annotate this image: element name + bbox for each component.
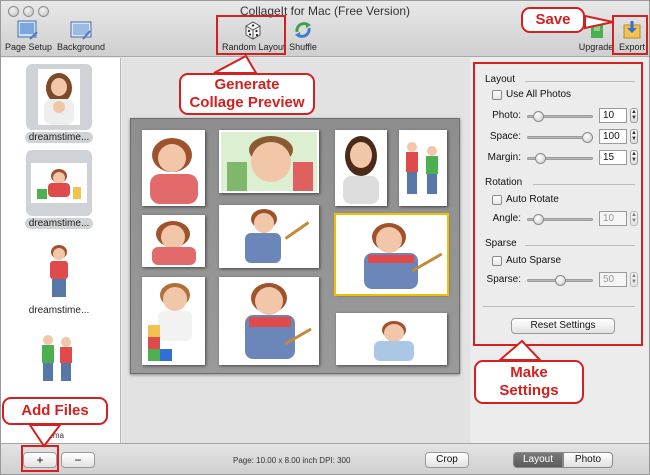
thumbnail <box>26 324 92 390</box>
tab-layout[interactable]: Layout <box>513 452 563 468</box>
list-item[interactable] <box>21 324 97 390</box>
collage-photo-image <box>337 132 385 204</box>
thumbnail <box>26 64 92 130</box>
collage-photo[interactable] <box>219 277 319 365</box>
upgrade-icon <box>591 22 603 38</box>
collage-photo[interactable] <box>335 130 387 206</box>
bottom-bar: + − Page: 10.00 x 8.00 inch DPI: 300 Cro… <box>1 443 649 474</box>
margin-value-field[interactable]: 15 <box>599 150 627 165</box>
collage-photo-image <box>144 217 203 265</box>
thumbnail <box>26 150 92 216</box>
collage-photo[interactable] <box>142 215 205 267</box>
collage-photo-image <box>221 132 317 191</box>
thumbnail-label: dreamstime... <box>24 132 94 143</box>
page-info: Page: 10.00 x 8.00 inch DPI: 300 <box>233 456 351 465</box>
collage-photo[interactable] <box>336 313 447 365</box>
export-highlight <box>612 15 648 55</box>
thumbnail-label: dreamstime... <box>24 218 94 229</box>
sparse-stepper[interactable]: ▲ ▼ <box>630 272 638 287</box>
layout-section-title: Layout <box>485 74 516 85</box>
space-label: Space: <box>489 131 521 142</box>
collage-photo-image <box>338 217 445 292</box>
collage-photo-image <box>144 132 203 204</box>
background-icon <box>70 21 92 40</box>
collage-photo-selected[interactable] <box>334 213 449 296</box>
callout-line: Make <box>510 364 548 381</box>
checkbox-box[interactable] <box>492 89 502 100</box>
reset-settings-button[interactable]: Reset Settings <box>511 318 615 334</box>
margin-stepper[interactable]: ▲ ▼ <box>630 150 638 165</box>
sparse-section-title: Sparse <box>485 238 517 249</box>
background-button[interactable]: Background <box>55 19 107 52</box>
image-count-label: 6 Ima <box>44 431 65 440</box>
thumbnail-label: dreamstime... <box>28 305 90 316</box>
callout-line: Settings <box>499 382 559 399</box>
sparse-divider <box>525 245 635 246</box>
thumbnail <box>26 238 92 304</box>
margin-slider-knob[interactable] <box>535 153 547 164</box>
generate-preview-callout: Generate Collage Preview <box>179 73 315 115</box>
sparse-label: Sparse: <box>486 274 521 285</box>
angle-stepper[interactable]: ▲ ▼ <box>630 211 638 226</box>
photo-value-field[interactable]: 10 <box>599 108 627 123</box>
list-item[interactable]: dreamstime... <box>21 64 97 143</box>
sparse-slider-knob[interactable] <box>554 275 566 286</box>
rotation-divider <box>533 184 635 185</box>
list-item[interactable]: dreamstime... <box>21 238 97 316</box>
shuffle-button[interactable]: Shuffle <box>288 19 318 52</box>
add-files-callout: Add Files <box>2 397 108 425</box>
checkbox-box[interactable] <box>492 255 502 266</box>
rotation-section-title: Rotation <box>485 177 523 188</box>
collage-photo-image <box>221 279 317 363</box>
thumbnail-image <box>31 163 87 203</box>
page-setup-icon <box>17 20 38 40</box>
remove-photo-button[interactable]: − <box>61 452 95 468</box>
thumbnail-image <box>39 327 79 387</box>
collage-photo[interactable] <box>219 130 319 193</box>
collage-canvas-area[interactable] <box>122 58 470 443</box>
collage-preview[interactable] <box>130 118 460 374</box>
photo-stepper[interactable]: ▲ ▼ <box>630 108 638 123</box>
reset-divider <box>483 306 635 307</box>
layout-divider <box>525 81 635 82</box>
make-settings-callout: Make Settings <box>474 360 584 404</box>
collage-photo-image <box>221 207 317 266</box>
tab-photo[interactable]: Photo <box>563 452 613 468</box>
angle-value-field[interactable]: 10 <box>599 211 627 226</box>
collage-photo[interactable] <box>142 277 205 365</box>
auto-rotate-checkbox[interactable]: Auto Rotate <box>492 194 559 205</box>
page-setup-button[interactable]: Page Setup <box>5 19 52 52</box>
add-button-highlight <box>21 445 59 472</box>
sparse-value-field[interactable]: 50 <box>599 272 627 287</box>
thumbnail-image <box>38 69 80 125</box>
settings-group: Layout Use All Photos Photo: 10 ▲ ▼ Space… <box>473 62 643 346</box>
collage-photo-image <box>338 315 445 363</box>
collage-photo[interactable] <box>219 205 319 268</box>
crop-button[interactable]: Crop <box>425 452 469 468</box>
space-stepper[interactable]: ▲ ▼ <box>630 129 638 144</box>
collage-photo[interactable] <box>142 130 205 206</box>
save-callout: Save <box>521 7 585 33</box>
list-item[interactable]: dreamstime... <box>21 150 97 229</box>
collage-photo-image <box>144 279 203 363</box>
use-all-photos-checkbox[interactable]: Use All Photos <box>492 89 571 100</box>
space-value-field[interactable]: 100 <box>599 129 627 144</box>
photo-slider-knob[interactable] <box>532 111 544 122</box>
angle-label: Angle: <box>492 213 521 224</box>
angle-slider-knob[interactable] <box>532 214 544 225</box>
auto-sparse-checkbox[interactable]: Auto Sparse <box>492 255 561 266</box>
shuffle-icon <box>295 22 311 38</box>
thumbnail-image <box>41 241 77 301</box>
collage-photo-image <box>401 132 445 204</box>
photo-list-sidebar[interactable]: dreamstime... dreamstime... dreamstime..… <box>1 58 121 443</box>
margin-label: Margin: <box>487 152 521 163</box>
photo-label: Photo: <box>492 110 521 121</box>
checkbox-box[interactable] <box>492 194 502 205</box>
random-layout-highlight <box>216 15 286 55</box>
space-slider-knob[interactable] <box>582 132 593 143</box>
collage-photo[interactable] <box>399 130 447 206</box>
callout-line: Generate <box>214 76 280 93</box>
callout-line: Collage Preview <box>189 94 305 111</box>
